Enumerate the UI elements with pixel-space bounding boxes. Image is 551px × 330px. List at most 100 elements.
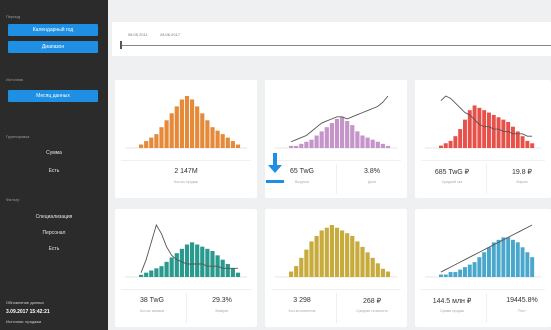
timeline-handle[interactable] — [120, 41, 122, 49]
bar — [144, 272, 149, 277]
bar — [350, 125, 355, 148]
card-2: 685 TwG ₽ Средний чек 19.8 ₽ Маржа — [415, 80, 551, 198]
card-divider — [271, 289, 401, 290]
bar — [487, 112, 491, 148]
bar — [525, 140, 530, 148]
metric-label: Рост — [518, 309, 526, 313]
card-5: 144.5 млн ₽ Сумма продаж 19445.8% Рост — [415, 209, 551, 327]
bar — [324, 227, 329, 277]
bar — [230, 268, 235, 277]
bar — [467, 264, 472, 277]
bar — [530, 143, 535, 148]
card-4: 3 298 Кол-во клиентов 268 ₽ Средняя стоимос… — [265, 209, 407, 327]
bar — [195, 106, 200, 148]
chart-svg — [125, 96, 247, 149]
bar — [463, 119, 467, 148]
bar — [515, 242, 520, 277]
bar — [448, 272, 453, 277]
bar — [487, 247, 491, 277]
metric-label: Доля — [367, 180, 377, 184]
bar — [511, 126, 515, 148]
bar — [200, 113, 205, 148]
sidebar-item-personnel[interactable]: Персонал — [0, 230, 108, 236]
bar — [324, 127, 329, 148]
bar — [506, 122, 511, 148]
bar — [309, 139, 314, 148]
metric-separator — [486, 164, 487, 194]
bar — [200, 246, 205, 277]
bar — [329, 123, 334, 148]
app-root: Период Календарный год Диапазон Источник… — [0, 0, 551, 330]
bar — [482, 110, 487, 148]
bar — [477, 107, 482, 148]
bar — [235, 144, 241, 148]
chart-svg — [425, 95, 541, 149]
bar — [195, 244, 200, 277]
chart-svg — [275, 225, 397, 278]
range-button[interactable]: Диапазон — [8, 41, 98, 53]
metric-label: Средний чек — [441, 180, 463, 184]
card-0: 2 147M Кол-во продаж — [115, 80, 257, 198]
bar — [289, 271, 294, 277]
card-divider — [421, 289, 545, 290]
metric-label: Маржа — [516, 180, 528, 184]
bar — [472, 105, 477, 148]
month-data-button[interactable]: Месяц данных — [8, 90, 98, 102]
bar — [365, 252, 370, 277]
bar — [520, 136, 525, 148]
update-timestamp: 3.09.2017 15:42:21 — [6, 309, 50, 315]
bar — [530, 257, 535, 277]
bar — [205, 120, 210, 148]
date-range-bar: 08.05.2011 28.06.2017 — [112, 22, 551, 56]
sidebar-item-sum[interactable]: Сумма — [0, 150, 108, 156]
sidebar-item-have[interactable]: Есть — [0, 168, 108, 174]
bar — [144, 141, 149, 148]
bar — [235, 272, 241, 277]
timeline-track[interactable] — [122, 45, 551, 46]
date-from[interactable]: 08.05.2011 — [128, 32, 148, 37]
update-note: Источник: продажи — [6, 319, 42, 324]
bar — [319, 230, 324, 277]
bar — [174, 253, 179, 277]
sidebar-item-have-2[interactable]: Есть — [0, 246, 108, 252]
metric-value: 38 TwG — [140, 297, 164, 304]
bar — [360, 135, 365, 148]
date-to[interactable]: 28.06.2017 — [160, 32, 180, 37]
bar — [491, 242, 496, 277]
chart-svg — [425, 224, 541, 278]
calendar-year-button[interactable]: Календарный год — [8, 24, 98, 36]
bar — [334, 227, 340, 277]
bar — [458, 269, 463, 277]
metric-value: 3 298 — [293, 297, 311, 304]
bar — [439, 145, 443, 148]
bar — [164, 120, 169, 148]
bar — [220, 134, 225, 148]
bar — [439, 274, 443, 277]
bar — [443, 143, 448, 148]
bar — [169, 257, 174, 277]
bar — [375, 141, 380, 148]
bar — [169, 113, 174, 148]
bar — [385, 145, 391, 148]
trend-line — [290, 95, 389, 143]
sidebar-filter-label: Фильтр — [6, 197, 20, 202]
bar — [159, 266, 164, 277]
bar — [380, 143, 385, 148]
bar — [304, 141, 309, 148]
bar — [448, 140, 453, 148]
sidebar-item-specialization[interactable]: Специализация — [0, 214, 108, 220]
bar — [472, 262, 477, 277]
bar — [210, 251, 215, 277]
bar — [154, 268, 159, 277]
chart-svg — [275, 95, 397, 149]
metric-value: 29.3% — [212, 297, 232, 304]
bar — [319, 131, 324, 148]
bar — [299, 143, 304, 148]
drag-cursor-icon — [266, 153, 284, 187]
bar — [506, 237, 511, 277]
card-divider — [121, 160, 251, 161]
bar — [334, 118, 340, 148]
bar — [289, 145, 294, 148]
bar — [294, 266, 299, 277]
metric-separator — [336, 293, 337, 323]
